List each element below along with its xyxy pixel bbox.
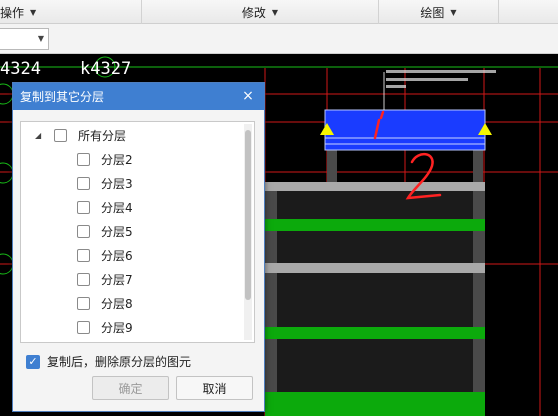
close-icon[interactable]: × bbox=[240, 88, 256, 104]
floor-slab bbox=[265, 263, 485, 273]
checkbox-checked[interactable]: ✓ bbox=[26, 354, 40, 369]
tree-item-label: 分层7 bbox=[101, 272, 133, 287]
checkbox[interactable] bbox=[54, 128, 67, 142]
column bbox=[473, 182, 485, 416]
menubar: 操作 ▼ 修改 ▼ 绘图 ▼ bbox=[0, 0, 558, 24]
menu-draw[interactable]: 绘图 ▼ bbox=[379, 0, 499, 24]
tree-item-floor7[interactable]: 分层7 bbox=[77, 268, 133, 290]
cancel-button[interactable]: 取消 bbox=[176, 376, 253, 400]
tree-item-floor6[interactable]: 分层6 bbox=[77, 244, 133, 266]
tree-item-label: 分层6 bbox=[101, 248, 133, 263]
tree-scrollbar[interactable] bbox=[244, 124, 252, 340]
tree-item-label: 分层9 bbox=[101, 320, 133, 335]
ok-button[interactable]: 确定 bbox=[92, 376, 169, 400]
annotation-text bbox=[386, 78, 468, 81]
tree-item-label: 分层4 bbox=[101, 200, 133, 215]
axis-label-k4327: k4327 bbox=[80, 59, 132, 79]
toolbar: ▼ bbox=[0, 24, 558, 54]
menu-draw-label: 绘图 bbox=[420, 5, 445, 20]
menu-operate-label: 操作 bbox=[0, 5, 25, 20]
chevron-down-icon: ▼ bbox=[271, 7, 279, 17]
checkbox[interactable] bbox=[77, 248, 90, 262]
tree-item-label: 分层8 bbox=[101, 296, 133, 311]
building-body bbox=[265, 182, 485, 416]
column bbox=[265, 182, 277, 416]
tree-item-floor4[interactable]: 分层4 bbox=[77, 196, 133, 218]
tree-item-label: 分层2 bbox=[101, 152, 133, 167]
checkbox[interactable] bbox=[77, 224, 90, 238]
checkbox[interactable] bbox=[77, 200, 90, 214]
tree-item-floor9[interactable]: 分层9 bbox=[77, 316, 133, 338]
expand-toggle-icon[interactable]: ◢ bbox=[35, 131, 45, 140]
checkbox[interactable] bbox=[77, 152, 90, 166]
menubar-spacer bbox=[499, 0, 558, 24]
tree-item-floor8[interactable]: 分层8 bbox=[77, 292, 133, 314]
tree-item-label: 分层3 bbox=[101, 176, 133, 191]
scroll-thumb[interactable] bbox=[245, 130, 251, 300]
dialog-titlebar[interactable]: 复制到其它分层 × bbox=[13, 83, 264, 110]
tree-root-label: 所有分层 bbox=[78, 128, 127, 143]
chevron-down-icon: ▼ bbox=[450, 7, 457, 17]
checkbox[interactable] bbox=[77, 296, 90, 310]
floor-slab bbox=[265, 182, 485, 191]
chevron-down-icon: ▼ bbox=[30, 7, 37, 17]
menu-modify-label: 修改 bbox=[241, 5, 266, 20]
floor-band bbox=[265, 219, 485, 231]
annotation-text bbox=[386, 70, 496, 73]
floor-band bbox=[265, 327, 485, 339]
annotation-text bbox=[386, 85, 406, 88]
column bbox=[473, 150, 483, 184]
checkbox[interactable] bbox=[77, 272, 90, 286]
floor-band bbox=[265, 392, 485, 416]
tree-root-row[interactable]: ◢ 所有分层 bbox=[35, 124, 126, 146]
delete-original-option[interactable]: ✓ 复制后，删除原分层的图元 bbox=[26, 353, 191, 370]
checkbox[interactable] bbox=[77, 320, 90, 334]
axis-label-left: 4324 bbox=[0, 59, 41, 79]
checkbox[interactable] bbox=[77, 176, 90, 190]
chevron-down-icon: ▼ bbox=[37, 34, 44, 43]
menu-operate[interactable]: 操作 ▼ bbox=[0, 0, 142, 24]
dialog-title: 复制到其它分层 bbox=[20, 90, 105, 104]
column bbox=[327, 150, 337, 184]
menu-modify[interactable]: 修改 ▼ bbox=[142, 0, 379, 24]
tree-item-floor2[interactable]: 分层2 bbox=[77, 148, 133, 170]
tree-item-floor3[interactable]: 分层3 bbox=[77, 172, 133, 194]
tree-item-label: 分层5 bbox=[101, 224, 133, 239]
tree-item-floor5[interactable]: 分层5 bbox=[77, 220, 133, 242]
floor-tree: ◢ 所有分层 分层2 分层3 分层4 分层5 分层6 分层7 分层8 分层9 bbox=[20, 121, 255, 343]
option-label: 复制后，删除原分层的图元 bbox=[47, 355, 192, 369]
floor-select[interactable]: ▼ bbox=[0, 28, 49, 50]
copy-to-floors-dialog: 复制到其它分层 × ◢ 所有分层 分层2 分层3 分层4 分层5 分层6 分层7… bbox=[12, 82, 265, 412]
